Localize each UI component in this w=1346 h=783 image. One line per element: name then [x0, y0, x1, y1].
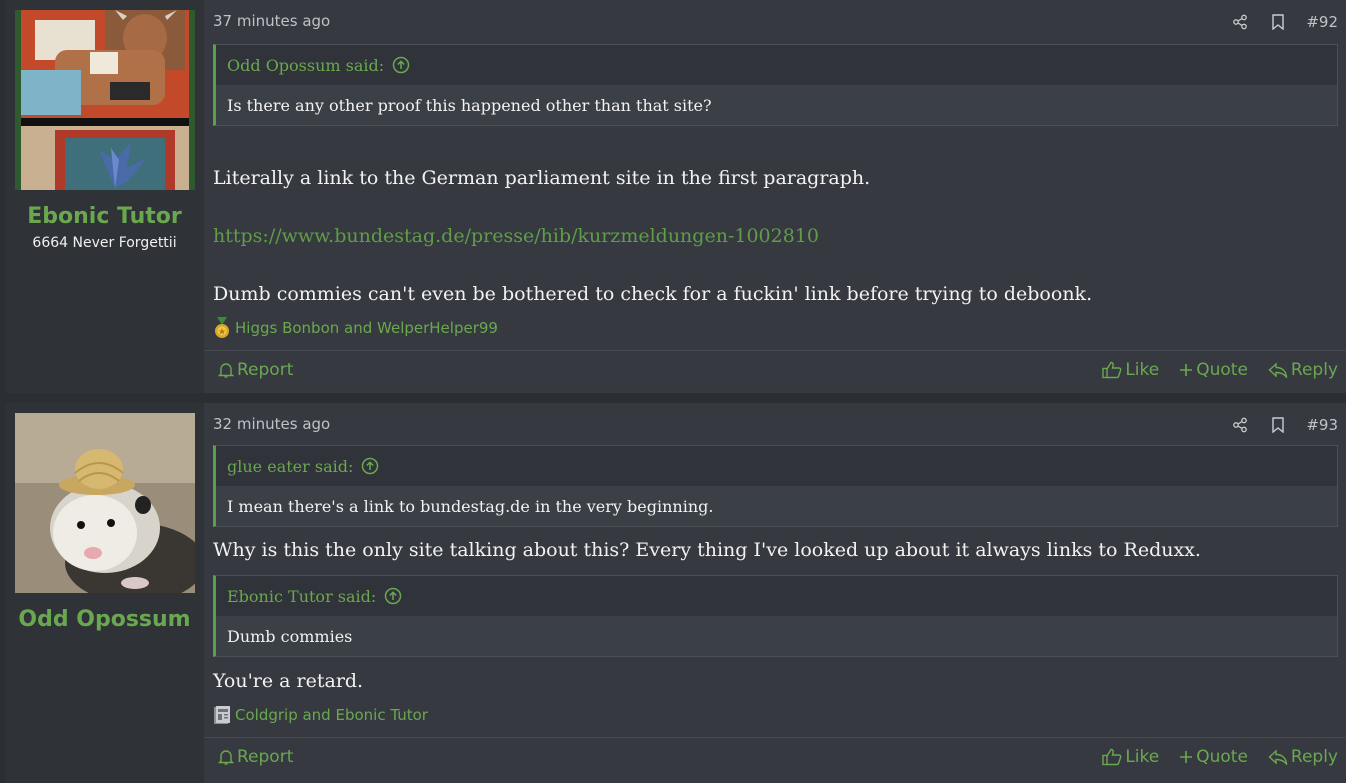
post-footer: Report Like Quote Reply: [204, 737, 1346, 780]
username[interactable]: Odd Opossum: [18, 607, 190, 632]
reply-arrow-icon: [1268, 362, 1288, 378]
quote-button[interactable]: Quote: [1179, 360, 1248, 380]
quote-text: Dumb commies: [216, 616, 1337, 656]
plus-icon: [1179, 363, 1193, 377]
user-cell: Odd Opossum: [5, 403, 204, 783]
like-button[interactable]: Like: [1102, 747, 1159, 767]
post-paragraph: Why is this the only site talking about …: [213, 539, 1201, 561]
thumbs-up-icon: [1102, 748, 1122, 766]
report-label: Report: [237, 360, 294, 380]
reply-arrow-icon: [1268, 749, 1288, 765]
quote-button[interactable]: Quote: [1179, 747, 1248, 767]
bell-icon: [218, 748, 234, 766]
quote-author[interactable]: Odd Opossum said:: [227, 56, 384, 75]
reactions-bar[interactable]: Higgs Bonbon and WelperHelper99: [213, 317, 498, 339]
bell-icon: [218, 361, 234, 379]
post-paragraph: Dumb commies can't even be bothered to c…: [213, 283, 1093, 305]
like-button[interactable]: Like: [1102, 360, 1159, 380]
newspaper-icon: [213, 705, 231, 725]
quote-label: Quote: [1196, 360, 1248, 380]
post-paragraph: You're a retard.: [213, 670, 364, 692]
plus-icon: [1179, 750, 1193, 764]
arrow-up-circle-icon[interactable]: [392, 56, 410, 74]
quote-header[interactable]: glue eater said:: [216, 446, 1337, 486]
post-header: 37 minutes ago #92: [213, 12, 1338, 34]
quote-block: glue eater said: I mean there's a link t…: [213, 445, 1338, 527]
post-content: 37 minutes ago #92 Odd Opossum said: Is …: [204, 0, 1346, 393]
reactions-list[interactable]: Higgs Bonbon and WelperHelper99: [235, 319, 498, 337]
quote-header[interactable]: Ebonic Tutor said:: [216, 576, 1337, 616]
report-button[interactable]: Report: [218, 747, 293, 767]
reactions-list[interactable]: Coldgrip and Ebonic Tutor: [235, 706, 428, 724]
quote-author[interactable]: Ebonic Tutor said:: [227, 587, 376, 606]
username[interactable]: Ebonic Tutor: [27, 204, 182, 229]
arrow-up-circle-icon[interactable]: [384, 587, 402, 605]
reactions-bar[interactable]: Coldgrip and Ebonic Tutor: [213, 705, 428, 725]
post-paragraph: Literally a link to the German parliamen…: [213, 167, 871, 189]
reply-label: Reply: [1290, 747, 1338, 767]
reply-label: Reply: [1290, 360, 1338, 380]
avatar[interactable]: [14, 10, 195, 190]
post-time[interactable]: 37 minutes ago: [213, 12, 330, 30]
post-number[interactable]: #92: [1306, 13, 1338, 31]
reply-button[interactable]: Reply: [1268, 360, 1338, 380]
share-icon[interactable]: [1230, 12, 1250, 32]
post-93: Odd Opossum 32 minutes ago #93 glue eate…: [5, 403, 1346, 783]
post-number[interactable]: #93: [1306, 416, 1338, 434]
post-separator: [0, 393, 1346, 403]
post-time[interactable]: 32 minutes ago: [213, 415, 330, 433]
reply-button[interactable]: Reply: [1268, 747, 1338, 767]
bookmark-icon[interactable]: [1268, 415, 1288, 435]
quote-header[interactable]: Odd Opossum said:: [216, 45, 1337, 85]
quote-author[interactable]: glue eater said:: [227, 457, 353, 476]
like-label: Like: [1125, 747, 1160, 767]
user-title: 6664 Never Forgettii: [32, 235, 177, 251]
post-footer: Report Like Quote Reply: [204, 350, 1346, 393]
avatar[interactable]: [14, 413, 195, 593]
medal-icon: [213, 317, 231, 339]
post-content: 32 minutes ago #93 glue eater said: I me…: [204, 403, 1346, 783]
post-92: Ebonic Tutor 6664 Never Forgettii 37 min…: [5, 0, 1346, 393]
thumbs-up-icon: [1102, 361, 1122, 379]
share-icon[interactable]: [1230, 415, 1250, 435]
user-cell: Ebonic Tutor 6664 Never Forgettii: [5, 0, 204, 393]
quote-text: Is there any other proof this happened o…: [216, 85, 1337, 125]
report-label: Report: [237, 747, 294, 767]
quote-text: I mean there's a link to bundestag.de in…: [216, 486, 1337, 526]
post-header: 32 minutes ago #93: [213, 415, 1338, 437]
arrow-up-circle-icon[interactable]: [361, 457, 379, 475]
quote-block: Odd Opossum said: Is there any other pro…: [213, 44, 1338, 126]
quote-block: Ebonic Tutor said: Dumb commies: [213, 575, 1338, 657]
bundestag-link[interactable]: https://www.bundestag.de/presse/hib/kurz…: [213, 225, 1338, 247]
report-button[interactable]: Report: [218, 360, 293, 380]
bookmark-icon[interactable]: [1268, 12, 1288, 32]
quote-label: Quote: [1196, 747, 1248, 767]
like-label: Like: [1125, 360, 1160, 380]
